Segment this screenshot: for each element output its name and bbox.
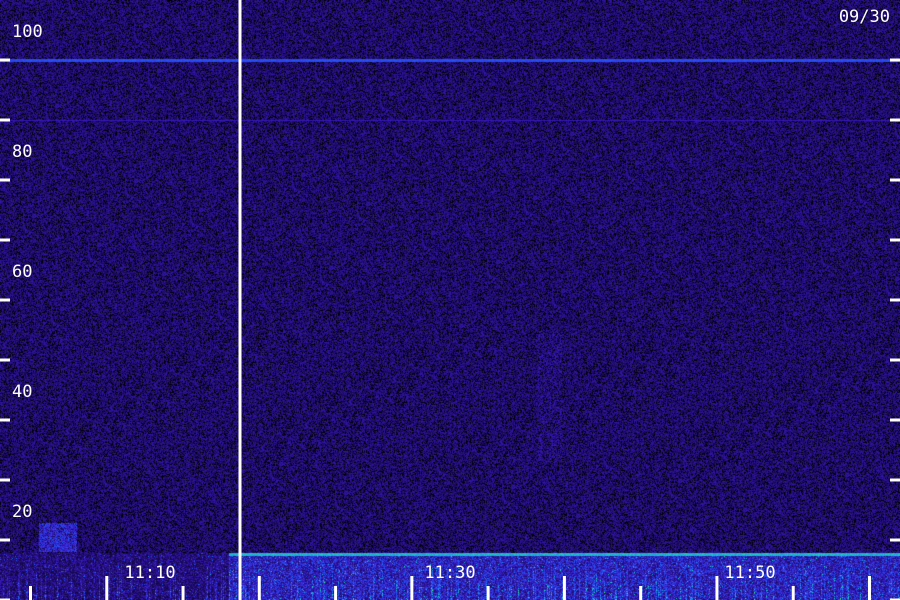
- x-time-label-1150: 11:50: [724, 563, 775, 583]
- x-time-label-1130: 11:30: [424, 563, 475, 583]
- y-tick-label-20: 20: [12, 502, 32, 522]
- y-tick-label-100: 100: [12, 22, 43, 42]
- y-axis-right-ticks: [890, 58, 900, 600]
- y-tick-label-40: 40: [12, 382, 32, 402]
- y-tick-label-80: 80: [12, 142, 32, 162]
- axes-overlay: 09/30 100 80 60 40 20 11:10 11:30 11:50: [0, 0, 900, 600]
- y-tick-label-60: 60: [12, 262, 32, 282]
- y-axis-left-ticks: [0, 58, 10, 600]
- date-label: 09/30: [839, 7, 890, 27]
- x-time-label-1110: 11:10: [124, 563, 175, 583]
